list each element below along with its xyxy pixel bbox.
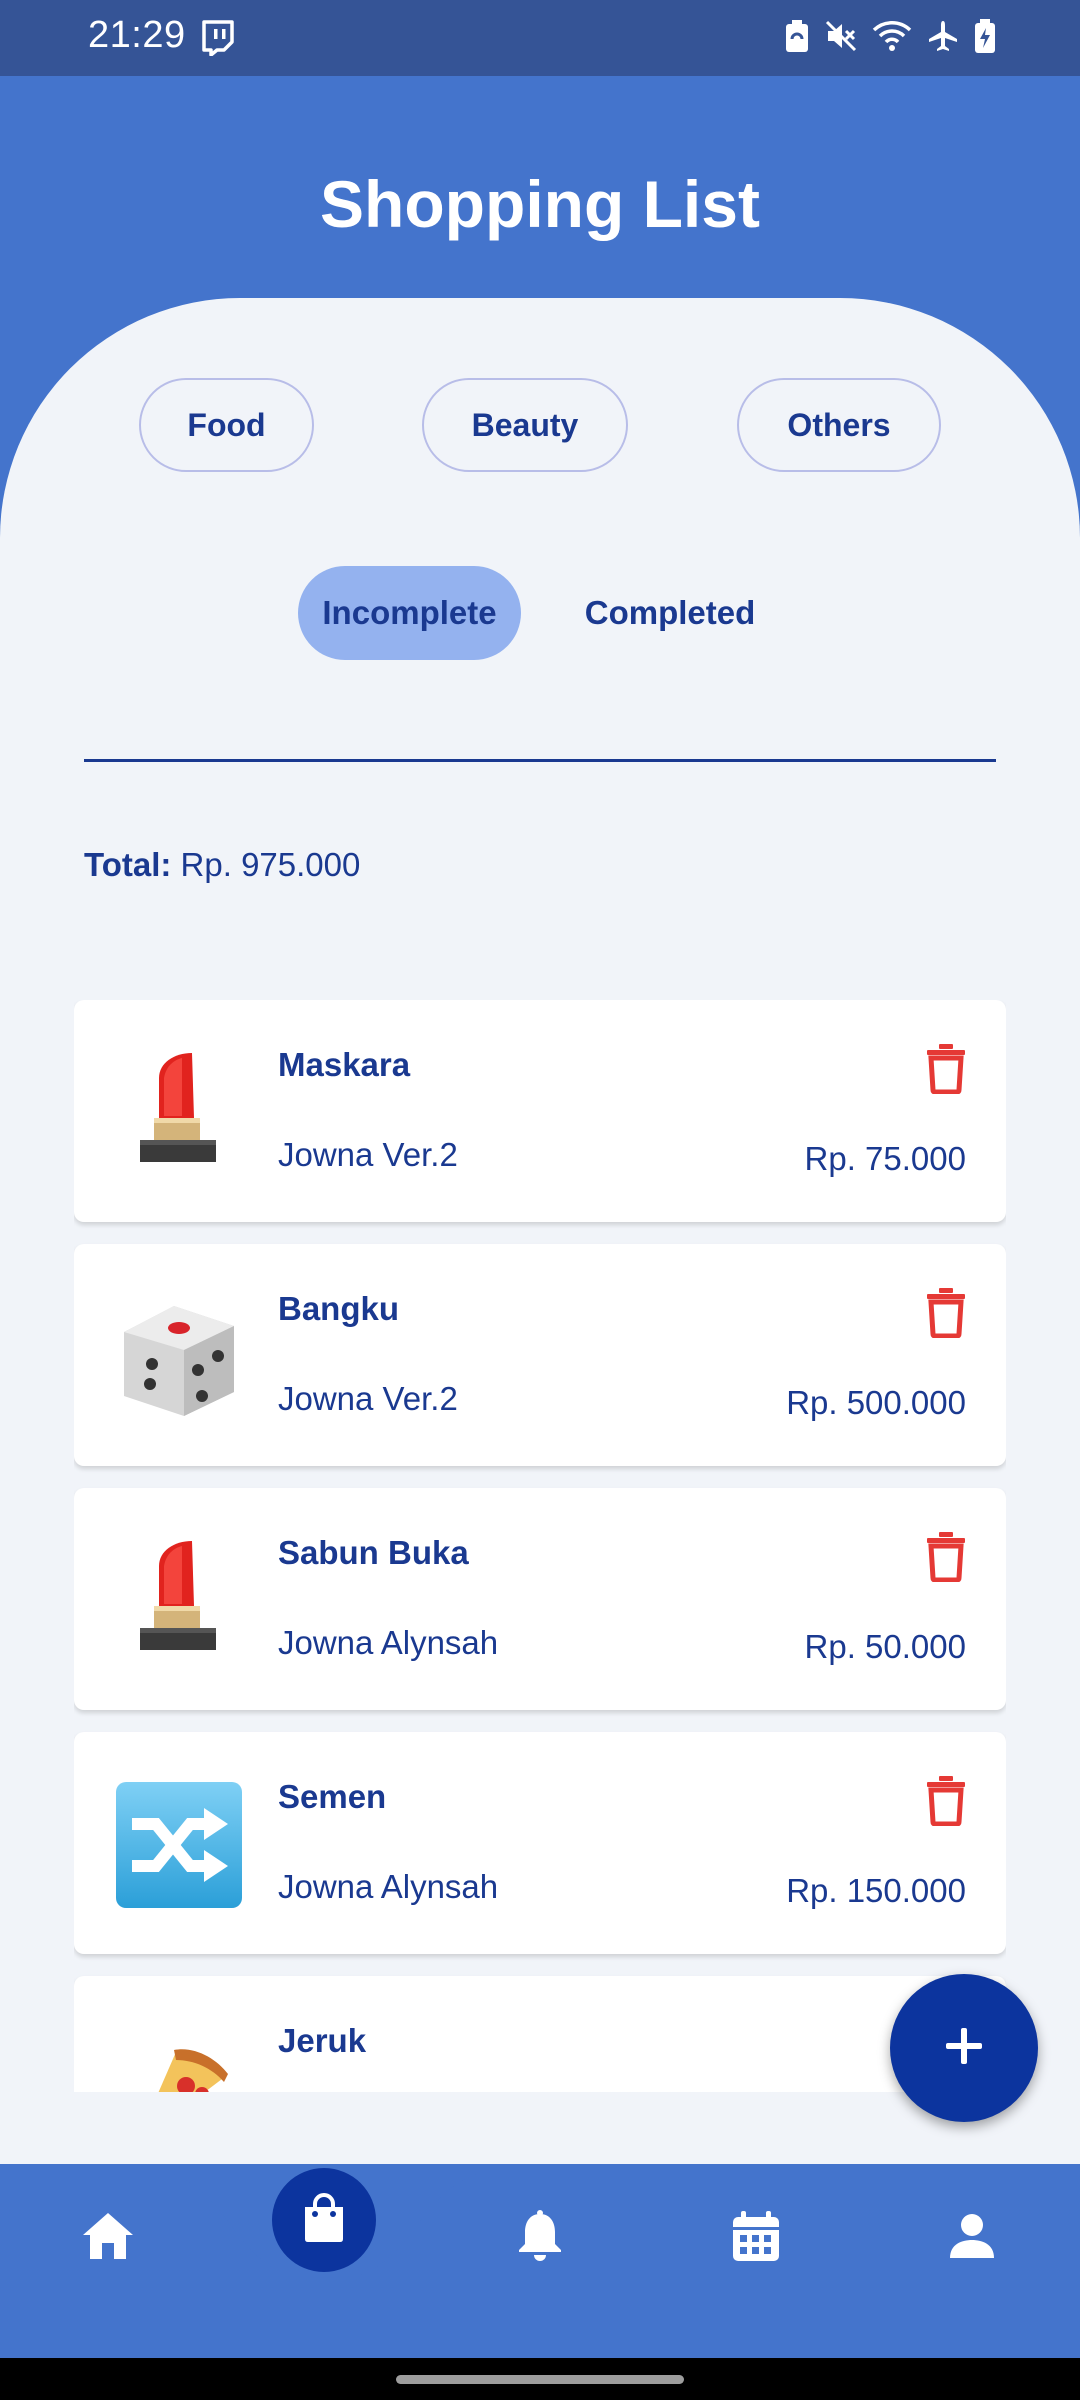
plus-icon xyxy=(942,2024,986,2073)
total-label: Total: xyxy=(84,846,172,883)
divider xyxy=(84,759,996,762)
profile-icon xyxy=(948,2212,996,2265)
nav-home[interactable] xyxy=(70,2200,146,2276)
lipstick-icon xyxy=(114,1048,244,1178)
airplane-icon xyxy=(926,19,960,58)
system-gesture-bar xyxy=(0,2358,1080,2400)
item-price: Rp. 150.000 xyxy=(786,1872,966,1909)
delete-icon[interactable] xyxy=(924,1530,968,1583)
shopping-item-list[interactable]: Maskara Jowna Ver.2 Rp. 75.000 Bangku Jo… xyxy=(74,1000,1006,2092)
calendar-icon xyxy=(731,2209,781,2268)
item-price: Rp. 75.000 xyxy=(804,1140,966,1177)
delete-icon[interactable] xyxy=(924,1042,968,1095)
item-subtitle: Jowna Alynsah xyxy=(278,1624,499,1661)
total-value: Rp. 975.000 xyxy=(180,846,361,883)
list-item[interactable]: Jeruk xyxy=(74,1976,1006,2092)
item-name: Maskara xyxy=(278,1046,411,1083)
item-price: Rp. 50.000 xyxy=(804,1628,966,1665)
item-subtitle: Jowna Alynsah xyxy=(278,1868,499,1905)
shuffle-icon xyxy=(114,1780,244,1910)
wifi-icon xyxy=(872,19,912,58)
list-item[interactable]: Semen Jowna Alynsah Rp. 150.000 xyxy=(74,1732,1006,1954)
category-chip-others[interactable]: Others xyxy=(737,378,941,472)
lipstick-icon xyxy=(114,1536,244,1666)
nav-profile[interactable] xyxy=(934,2200,1010,2276)
item-name: Semen xyxy=(278,1778,387,1815)
nav-shopping[interactable] xyxy=(272,2168,376,2272)
bell-icon xyxy=(517,2209,563,2267)
item-name: Bangku xyxy=(278,1290,400,1327)
gesture-handle[interactable] xyxy=(396,2375,684,2384)
battery-charging-icon xyxy=(974,18,996,59)
category-chip-food[interactable]: Food xyxy=(139,378,314,472)
item-name: Sabun Buka xyxy=(278,1534,469,1571)
total-summary: Total: Rp. 975.000 xyxy=(84,846,360,884)
list-item[interactable]: Sabun Buka Jowna Alynsah Rp. 50.000 xyxy=(74,1488,1006,1710)
dice-icon xyxy=(114,1292,244,1422)
category-chip-beauty[interactable]: Beauty xyxy=(422,378,628,472)
status-time: 21:29 xyxy=(88,14,186,56)
item-price: Rp. 500.000 xyxy=(786,1384,966,1421)
item-subtitle: Jowna Ver.2 xyxy=(278,1136,458,1173)
list-item[interactable]: Bangku Jowna Ver.2 Rp. 500.000 xyxy=(74,1244,1006,1466)
pizza-icon xyxy=(114,2024,244,2092)
mute-icon xyxy=(824,19,858,58)
item-subtitle: Jowna Ver.2 xyxy=(278,1380,458,1417)
bottom-nav xyxy=(0,2164,1080,2358)
add-item-button[interactable] xyxy=(890,1974,1038,2122)
tab-completed[interactable]: Completed xyxy=(560,566,780,660)
delete-icon[interactable] xyxy=(924,1286,968,1339)
nav-notifications[interactable] xyxy=(502,2200,578,2276)
twitch-icon xyxy=(200,20,234,61)
battery-saver-icon xyxy=(784,18,810,59)
item-name: Jeruk xyxy=(278,2022,367,2059)
page-title: Shopping List xyxy=(320,167,760,241)
content-sheet: Food Beauty Others Incomplete Completed … xyxy=(0,298,1080,2164)
home-icon xyxy=(81,2211,135,2266)
tab-incomplete[interactable]: Incomplete xyxy=(298,566,521,660)
delete-icon[interactable] xyxy=(924,1774,968,1827)
shopping-bag-icon xyxy=(301,2192,347,2248)
list-item[interactable]: Maskara Jowna Ver.2 Rp. 75.000 xyxy=(74,1000,1006,1222)
nav-calendar[interactable] xyxy=(718,2200,794,2276)
status-bar: 21:29 xyxy=(0,0,1080,76)
